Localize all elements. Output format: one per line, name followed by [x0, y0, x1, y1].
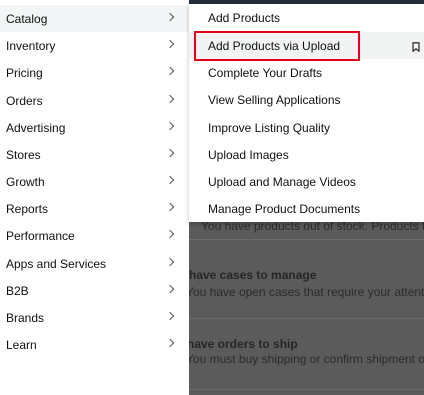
nav-item-label: Brands	[6, 310, 45, 325]
submenu-item-complete-your-drafts[interactable]: Complete Your Drafts	[189, 59, 424, 86]
divider	[189, 239, 424, 240]
orders-title: have orders to ship	[189, 337, 298, 351]
main-nav-menu: Catalog Inventory Pricing Orders Adverti…	[0, 0, 189, 395]
submenu-item-label: Manage Product Documents	[208, 201, 361, 216]
submenu-item-improve-listing-quality[interactable]: Improve Listing Quality	[189, 114, 424, 141]
submenu-item-label: Add Products via Upload	[208, 38, 341, 53]
nav-item-inventory[interactable]: Inventory	[0, 32, 189, 59]
nav-item-stores[interactable]: Stores	[0, 141, 189, 168]
nav-item-orders[interactable]: Orders	[0, 87, 189, 114]
submenu-item-label: Improve Listing Quality	[208, 120, 331, 135]
submenu-item-add-products[interactable]: Add Products	[189, 4, 424, 31]
orders-text: You must buy shipping or confirm shipmen…	[189, 352, 424, 366]
nav-item-learn[interactable]: Learn	[0, 331, 189, 358]
submenu-item-manage-product-documents[interactable]: Manage Product Documents	[189, 195, 424, 222]
nav-item-label: Performance	[6, 228, 75, 243]
submenu-item-label: Add Products	[208, 10, 281, 25]
submenu-item-label: View Selling Applications	[208, 92, 341, 107]
submenu-item-upload-images[interactable]: Upload Images	[189, 141, 424, 168]
nav-item-label: Advertising	[6, 120, 66, 135]
bookmark-icon[interactable]	[412, 42, 420, 52]
submenu-item-view-selling-applications[interactable]: View Selling Applications	[189, 86, 424, 113]
submenu-item-upload-and-manage-videos[interactable]: Upload and Manage Videos	[189, 168, 424, 195]
cases-title: have cases to manage	[189, 268, 317, 282]
nav-item-label: Stores	[6, 147, 41, 162]
nav-item-reports[interactable]: Reports	[0, 195, 189, 222]
catalog-submenu: Add Products Add Products via Upload Com…	[189, 4, 424, 222]
nav-item-label: B2B	[6, 283, 29, 298]
nav-item-catalog[interactable]: Catalog	[0, 5, 189, 32]
nav-item-label: Orders	[6, 93, 43, 108]
nav-item-b2b[interactable]: B2B	[0, 277, 189, 304]
submenu-item-label: Upload Images	[208, 147, 289, 162]
nav-item-label: Reports	[6, 201, 49, 216]
cases-text: You have open cases that require your at…	[189, 285, 424, 299]
nav-item-label: Inventory	[6, 38, 56, 53]
nav-item-label: Growth	[6, 174, 45, 189]
divider	[189, 318, 424, 319]
submenu-item-label: Upload and Manage Videos	[208, 174, 356, 189]
nav-item-label: Learn	[6, 337, 37, 352]
nav-item-pricing[interactable]: Pricing	[0, 59, 189, 86]
nav-item-brands[interactable]: Brands	[0, 304, 189, 331]
nav-item-apps-and-services[interactable]: Apps and Services	[0, 250, 189, 277]
nav-item-performance[interactable]: Performance	[0, 222, 189, 249]
divider	[189, 389, 424, 390]
submenu-item-label: Complete Your Drafts	[208, 65, 323, 80]
nav-item-label: Catalog	[6, 11, 48, 26]
nav-item-advertising[interactable]: Advertising	[0, 114, 189, 141]
submenu-item-add-products-via-upload[interactable]: Add Products via Upload	[189, 32, 424, 59]
nav-item-growth[interactable]: Growth	[0, 168, 189, 195]
nav-item-label: Apps and Services	[6, 256, 107, 271]
nav-item-label: Pricing	[6, 65, 43, 80]
